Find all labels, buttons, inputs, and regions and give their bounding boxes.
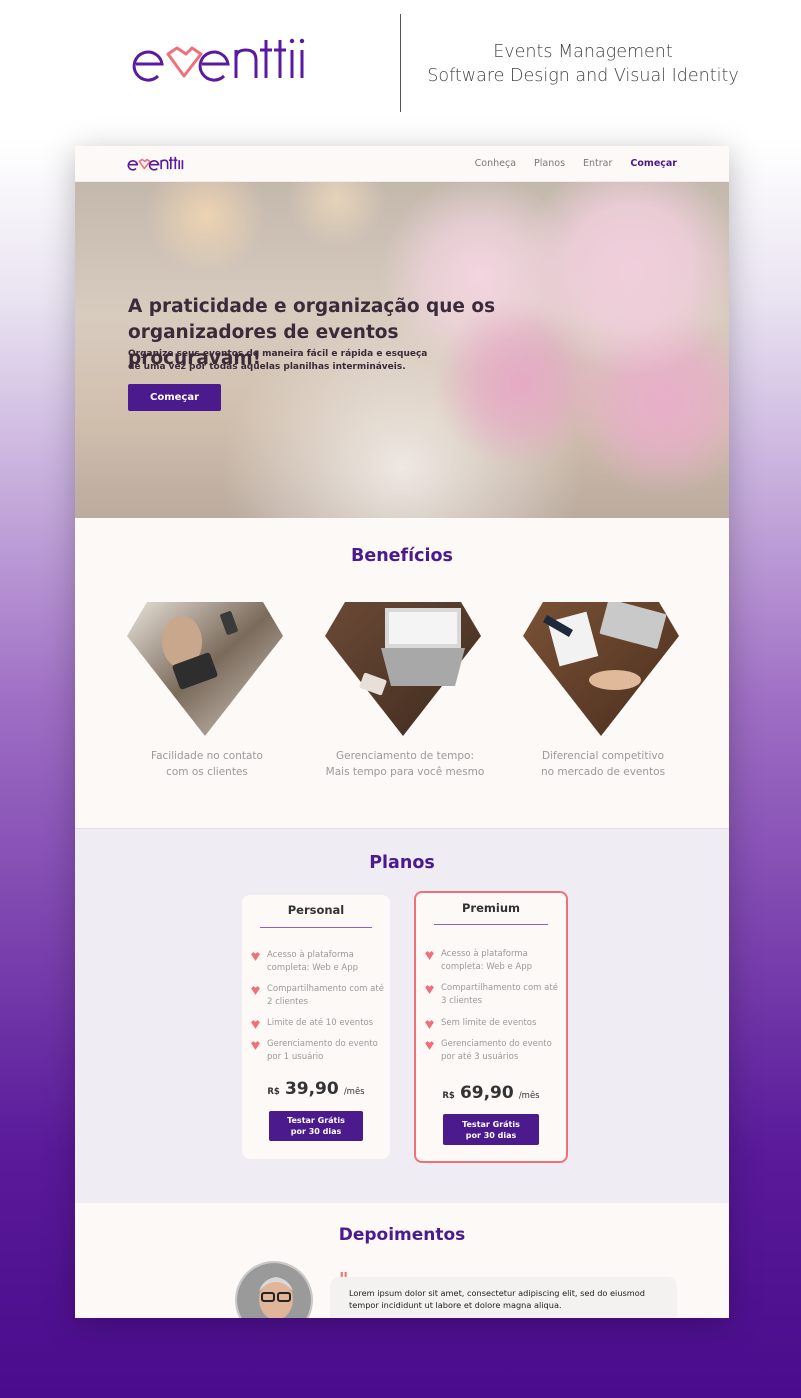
avatar bbox=[235, 1261, 313, 1318]
nav-item-conheca[interactable]: Conheça bbox=[475, 158, 516, 169]
nav-item-planos[interactable]: Planos bbox=[534, 158, 565, 169]
benefit-item: Gerenciamento de tempo: Mais tempo para … bbox=[325, 602, 485, 780]
plan-name: Personal bbox=[287, 903, 345, 917]
plan-feature: Gerenciamento do evento por até 3 usuári… bbox=[424, 1038, 562, 1064]
benefit-photo-handshake bbox=[523, 602, 679, 736]
nav-item-comecar[interactable]: Começar bbox=[630, 158, 677, 169]
benefit-text-line2: Mais tempo para você mesmo bbox=[325, 766, 485, 778]
price-currency: R$ bbox=[267, 1087, 280, 1097]
plan-feature: Sem limite de eventos bbox=[424, 1017, 562, 1030]
plan-price: R$ 69,90 /mês bbox=[416, 1083, 566, 1103]
plan-feature: Gerenciamento do evento por 1 usuário bbox=[250, 1038, 386, 1064]
hero-subtitle: Organize seus eventos de maneira fácil e… bbox=[128, 349, 428, 372]
plan-feature: Limite de até 10 eventos bbox=[250, 1017, 386, 1030]
plan-price: R$ 39,90 /mês bbox=[242, 1079, 390, 1099]
plan-card-personal: Personal Acesso à plataforma completa: W… bbox=[242, 895, 390, 1159]
heart-icon bbox=[251, 952, 260, 961]
plan-name: Premium bbox=[462, 901, 520, 915]
tagline-line1: Events Management bbox=[493, 42, 673, 62]
heart-icon bbox=[251, 986, 260, 995]
personal-trial-button[interactable]: Testar Grátis por 30 dias bbox=[269, 1111, 363, 1141]
benefit-text-line2: no mercado de eventos bbox=[540, 766, 666, 778]
benefit-item: Diferencial competitivo no mercado de ev… bbox=[523, 602, 683, 780]
heart-icon bbox=[425, 1020, 434, 1029]
testimonials-section: Depoimentos " Lorem ipsum dolor sit amet… bbox=[75, 1203, 729, 1318]
navbar: Conheça Planos Entrar Começar bbox=[75, 146, 729, 182]
nav-links: Conheça Planos Entrar Começar bbox=[475, 158, 677, 169]
plans-section: Planos Personal Acesso à plataforma comp… bbox=[75, 828, 729, 1203]
testimonials-title: Depoimentos bbox=[338, 1225, 466, 1245]
premium-trial-button[interactable]: Testar Grátis por 30 dias bbox=[443, 1114, 539, 1145]
plan-feature: Compartilhamento com até 3 clientes bbox=[424, 982, 562, 1008]
price-value: 39,90 bbox=[284, 1079, 339, 1099]
plan-feature: Compartilhamento com até 2 clientes bbox=[250, 983, 386, 1009]
tagline: Events Management Software Design and Vi… bbox=[418, 40, 748, 88]
presentation-header: Events Management Software Design and Vi… bbox=[0, 0, 801, 130]
benefit-photo-laptop bbox=[325, 602, 481, 736]
heart-icon bbox=[425, 1041, 434, 1050]
eventti-logo bbox=[130, 32, 310, 92]
price-period: /mês bbox=[518, 1091, 540, 1101]
price-currency: R$ bbox=[442, 1091, 455, 1101]
website-mockup: Conheça Planos Entrar Começar A praticid… bbox=[75, 146, 729, 1318]
plan-divider bbox=[434, 924, 548, 925]
hero-banner: A praticidade e organização que os organ… bbox=[75, 182, 729, 518]
plans-title: Planos bbox=[369, 853, 435, 873]
heart-icon bbox=[425, 985, 434, 994]
benefit-text-line1: Gerenciamento de tempo: bbox=[335, 750, 475, 762]
benefits-section: Benefícios Facilidade no contato com os … bbox=[75, 518, 729, 828]
benefit-text-line1: Diferencial competitivo bbox=[542, 750, 664, 762]
heart-icon bbox=[425, 951, 434, 960]
heart-icon bbox=[251, 1020, 260, 1029]
price-period: /mês bbox=[343, 1087, 365, 1097]
plan-divider bbox=[260, 927, 372, 928]
benefit-text-line1: Facilidade no contato bbox=[151, 750, 263, 762]
plan-feature: Acesso à plataforma completa: Web e App bbox=[250, 949, 386, 975]
benefits-title: Benefícios bbox=[351, 546, 453, 566]
heart-icon bbox=[251, 1041, 260, 1050]
hero-start-button[interactable]: Começar bbox=[128, 384, 221, 411]
plan-card-premium: Premium Acesso à plataforma completa: We… bbox=[414, 891, 568, 1163]
testimonial-quote: " Lorem ipsum dolor sit amet, consectetu… bbox=[331, 1269, 676, 1318]
tagline-line2: Software Design and Visual Identity bbox=[427, 66, 739, 86]
benefit-text-line2: com os clientes bbox=[166, 766, 248, 778]
benefit-item: Facilidade no contato com os clientes bbox=[127, 602, 287, 780]
quote-text: Lorem ipsum dolor sit amet, consectetur … bbox=[349, 1288, 645, 1310]
header-divider bbox=[400, 14, 401, 112]
nav-item-entrar[interactable]: Entrar bbox=[583, 158, 612, 169]
price-value: 69,90 bbox=[459, 1083, 514, 1103]
plan-feature: Acesso à plataforma completa: Web e App bbox=[424, 948, 562, 974]
benefit-photo-tablet bbox=[127, 602, 283, 736]
quote-mark-icon: " bbox=[339, 1269, 349, 1290]
nav-logo[interactable] bbox=[127, 154, 185, 174]
